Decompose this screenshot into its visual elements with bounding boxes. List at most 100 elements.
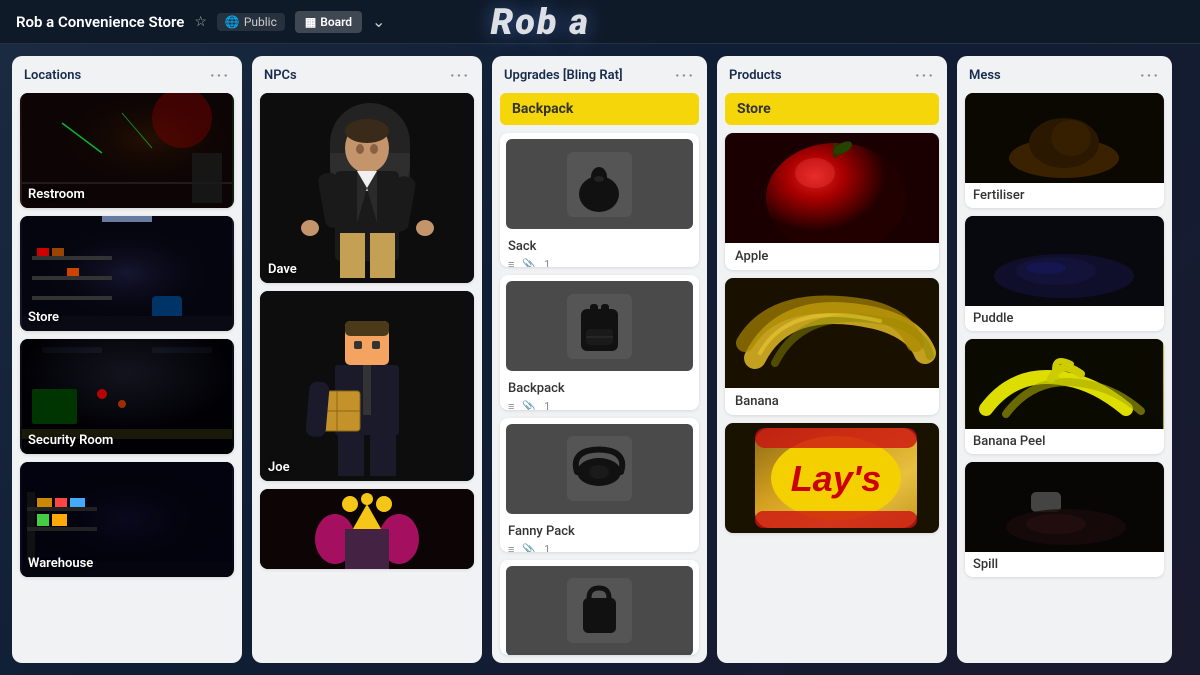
column-upgrades: Upgrades [Bling Rat] ··· Backpack (492, 56, 707, 663)
globe-icon: 🌐 (225, 15, 240, 29)
card-image-apple (725, 133, 939, 243)
card-label-store: Store (28, 310, 59, 325)
section-label-backpack: Backpack (500, 93, 699, 125)
card-image-npc3 (260, 489, 474, 569)
card-image-restroom: Restroom (20, 93, 234, 208)
card-label-restroom: Restroom (28, 187, 85, 202)
header-bg-text: Rob a (490, 1, 709, 43)
column-content-upgrades: Backpack Sack ≡ � (492, 93, 707, 663)
card-warehouse[interactable]: Warehouse (20, 462, 234, 577)
column-title-npcs: NPCs (264, 68, 297, 83)
column-title-products: Products (729, 68, 782, 83)
upgrade-item-name-backpack: Backpack (500, 377, 699, 398)
column-header-locations: Locations ··· (12, 56, 242, 93)
card-image-dave: Dave (260, 93, 474, 283)
list-icon-backpack: ≡ (508, 400, 514, 409)
visibility-label: Public (244, 15, 277, 29)
card-image-warehouse: Warehouse (20, 462, 234, 577)
column-npcs: NPCs ··· (252, 56, 482, 663)
card-label-security-room: Security Room (28, 433, 113, 448)
upgrade-item-meta-sack: ≡ 📎 1 (500, 256, 699, 267)
card-image-security: Security Room (20, 339, 234, 454)
page-title: Rob a Convenience Store (16, 13, 184, 31)
board-view-button[interactable]: ▦ Board (295, 11, 362, 33)
card-backpack[interactable]: Backpack ≡ 📎 1 (500, 275, 699, 409)
mess-label-spill: Spill (965, 552, 1164, 577)
card-image-banana (725, 278, 939, 388)
card-sack[interactable]: Sack ≡ 📎 1 (500, 133, 699, 267)
card-fertiliser[interactable]: Fertiliser (965, 93, 1164, 208)
mess-label-puddle: Puddle (965, 306, 1164, 331)
board-area: Locations ··· (0, 44, 1200, 675)
column-content-products: Store (717, 93, 947, 663)
clip-count-backpack: 1 (544, 400, 550, 409)
column-products: Products ··· Store (717, 56, 947, 663)
board-icon: ▦ (305, 15, 316, 29)
card-spill[interactable]: Spill (965, 462, 1164, 577)
card-apple[interactable]: Apple (725, 133, 939, 270)
card-image-fertiliser (965, 93, 1164, 183)
card-label-warehouse: Warehouse (28, 556, 93, 571)
card-image-joe: Joe (260, 291, 474, 481)
visibility-button[interactable]: 🌐 Public (217, 13, 285, 31)
card-security-room[interactable]: Security Room (20, 339, 234, 454)
card-restroom[interactable]: Restroom (20, 93, 234, 208)
card-dave[interactable]: Dave (260, 93, 474, 283)
column-menu-upgrades[interactable]: ··· (675, 66, 695, 85)
card-image-spill (965, 462, 1164, 552)
clip-count-sack: 1 (544, 258, 550, 267)
column-menu-products[interactable]: ··· (915, 66, 935, 85)
card-image-backpack (506, 281, 693, 371)
column-mess: Mess ··· Fertiliser (957, 56, 1172, 663)
card-image-lays: Lay's (725, 423, 939, 533)
card-banana-peel[interactable]: Banana Peel (965, 339, 1164, 454)
column-menu-npcs[interactable]: ··· (450, 66, 470, 85)
column-title-locations: Locations (24, 68, 81, 83)
card-image-fanny-pack (506, 424, 693, 514)
column-content-locations: Restroom (12, 93, 242, 663)
list-icon-fanny-pack: ≡ (508, 543, 514, 552)
mess-label-banana-peel: Banana Peel (965, 429, 1164, 454)
card-image-upgrade-4 (506, 566, 693, 655)
card-banana[interactable]: Banana (725, 278, 939, 415)
product-name-apple: Apple (725, 243, 939, 270)
column-header-mess: Mess ··· (957, 56, 1172, 93)
clip-count-fanny-pack: 1 (544, 543, 550, 552)
card-image-store: Store (20, 216, 234, 331)
clip-icon-sack: 📎 (522, 258, 536, 267)
card-joe[interactable]: Joe (260, 291, 474, 481)
card-image-puddle (965, 216, 1164, 306)
star-icon[interactable]: ☆ (194, 14, 207, 30)
list-icon-sack: ≡ (508, 258, 514, 267)
npc-label-joe: Joe (268, 460, 290, 475)
card-store[interactable]: Store (20, 216, 234, 331)
column-header-upgrades: Upgrades [Bling Rat] ··· (492, 56, 707, 93)
upgrade-item-name-fanny-pack: Fanny Pack (500, 520, 699, 541)
column-locations: Locations ··· (12, 56, 242, 663)
column-title-mess: Mess (969, 68, 1001, 83)
header: Rob a Convenience Store ☆ 🌐 Public ▦ Boa… (0, 0, 1200, 44)
card-upgrade-4[interactable] (500, 560, 699, 655)
card-puddle[interactable]: Puddle (965, 216, 1164, 331)
column-content-npcs: Dave (252, 93, 482, 663)
column-header-products: Products ··· (717, 56, 947, 93)
card-image-banana-peel (965, 339, 1164, 429)
clip-icon-backpack: 📎 (522, 400, 536, 409)
upgrade-item-meta-fanny-pack: ≡ 📎 1 (500, 541, 699, 552)
svg-text:Lay's: Lay's (791, 458, 882, 499)
card-npc3[interactable] (260, 489, 474, 569)
column-content-mess: Fertiliser Puddle (957, 93, 1172, 663)
card-lays[interactable]: Lay's (725, 423, 939, 533)
product-name-banana: Banana (725, 388, 939, 415)
clip-icon-fanny-pack: 📎 (522, 543, 536, 552)
column-menu-mess[interactable]: ··· (1140, 66, 1160, 85)
card-fanny-pack[interactable]: Fanny Pack ≡ 📎 1 (500, 418, 699, 552)
mess-label-fertiliser: Fertiliser (965, 183, 1164, 208)
section-label-store: Store (725, 93, 939, 125)
column-header-npcs: NPCs ··· (252, 56, 482, 93)
board-label: Board (320, 15, 352, 29)
npc-label-dave: Dave (268, 262, 297, 277)
chevron-down-icon[interactable]: ⌄ (372, 12, 385, 31)
column-title-upgrades: Upgrades [Bling Rat] (504, 68, 623, 83)
column-menu-locations[interactable]: ··· (210, 66, 230, 85)
